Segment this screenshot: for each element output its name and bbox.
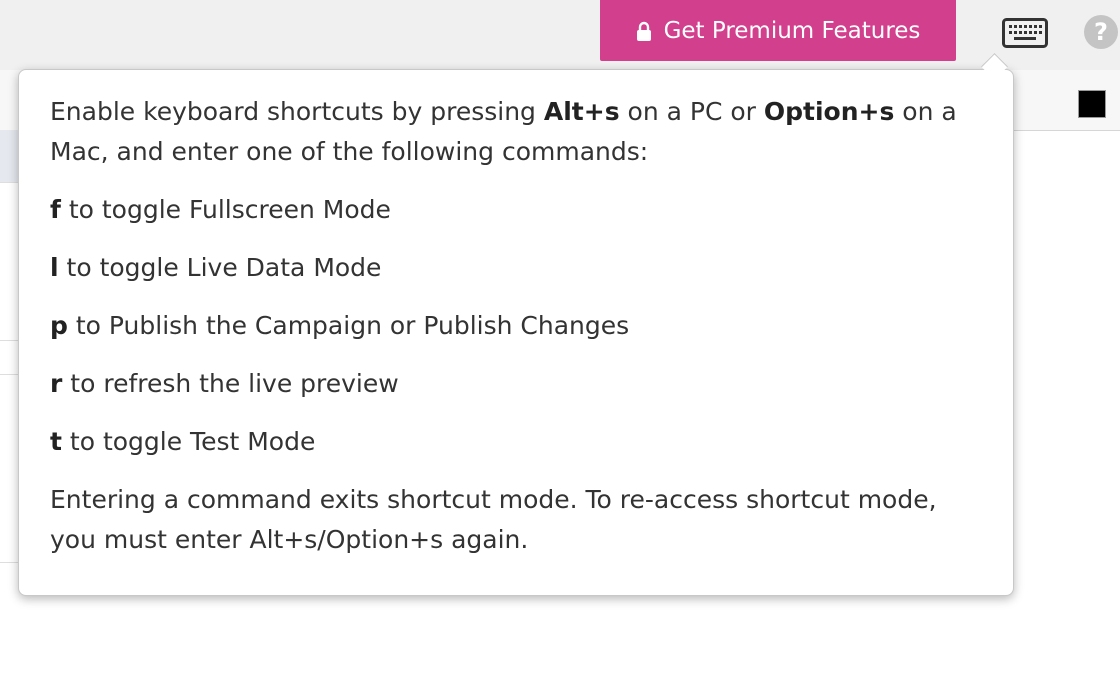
divider [0,182,20,183]
divider [0,340,20,341]
command-description: to toggle Test Mode [61,427,316,456]
premium-label: Get Premium Features [663,17,921,44]
command-fullscreen: f to toggle Fullscreen Mode [50,190,983,230]
command-live-data: l to toggle Live Data Mode [50,248,983,288]
keyboard-shortcuts-popover: Enable keyboard shortcuts by pressing Al… [18,69,1014,596]
sidebar-selected-row [0,130,20,182]
top-toolbar: Get Premium Features ? [0,0,1120,71]
command-key: p [50,311,68,340]
color-swatch[interactable] [1078,90,1106,118]
intro-text: Enable keyboard shortcuts by pressing [50,97,544,126]
lock-icon [636,21,652,41]
keyboard-icon[interactable] [1002,18,1048,48]
intro-text: on a PC or [619,97,764,126]
popover-footer: Entering a command exits shortcut mode. … [50,485,937,554]
pc-shortcut-key: Alt+s [543,97,620,126]
command-refresh: r to refresh the live preview [50,364,983,404]
get-premium-features-button[interactable]: Get Premium Features [600,0,956,61]
mac-shortcut-key: Option+s [763,97,895,126]
command-description: to toggle Live Data Mode [58,253,382,282]
divider [0,562,20,563]
divider [0,374,20,375]
command-key: r [50,369,63,398]
command-key: t [50,427,62,456]
command-key: l [50,253,59,282]
command-publish: p to Publish the Campaign or Publish Cha… [50,306,983,346]
popover-intro: Enable keyboard shortcuts by pressing Al… [50,92,983,172]
command-description: to Publish the Campaign or Publish Chang… [67,311,630,340]
command-test-mode: t to toggle Test Mode [50,422,983,462]
command-description: to refresh the live preview [62,369,399,398]
command-key: f [50,195,61,224]
command-description: to toggle Fullscreen Mode [60,195,391,224]
help-icon[interactable]: ? [1084,15,1118,49]
